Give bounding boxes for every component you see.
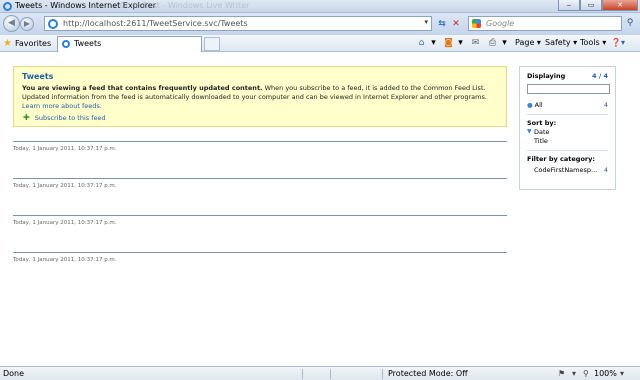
feed-page: Tweets You are viewing a feed that conta…	[0, 52, 640, 366]
help-menu[interactable]: ❓▾	[611, 38, 625, 47]
feed-description: You are viewing a feed that contains fre…	[22, 84, 498, 111]
category-item[interactable]: CodeFirstNamesp... 4	[527, 166, 608, 174]
page-icon	[48, 19, 58, 29]
displaying-count: 4 / 4	[592, 72, 608, 80]
filter-input[interactable]	[527, 84, 610, 94]
tab-page-icon	[62, 40, 70, 48]
zoom-icon[interactable]: ⚲	[583, 369, 589, 378]
home-icon[interactable]: ⌂	[416, 38, 427, 49]
safety-menu[interactable]: Safety ▾	[545, 38, 577, 47]
category-name: CodeFirstNamesp...	[534, 166, 598, 174]
sort-option-title[interactable]: Title	[527, 137, 608, 145]
close-button[interactable]: ✕	[602, 0, 638, 11]
feed-item-date: Today, 1 January 2011, 10:37:17 p.m.	[13, 146, 117, 152]
divider	[302, 369, 303, 379]
filter-all-label: All	[534, 101, 543, 109]
subscribe-icon: ✚	[23, 113, 30, 122]
background-window-title: Code First - Windows Live Writer	[120, 1, 250, 10]
internet-explorer-icon	[3, 2, 12, 11]
minimize-button[interactable]: ‒	[558, 0, 580, 11]
feed-item-date: Today, 1 January 2011, 10:37:17 p.m.	[13, 220, 117, 226]
zoom-level[interactable]: 100%	[594, 369, 617, 378]
status-text: Done	[3, 369, 25, 378]
feed-item-list: Today, 1 January 2011, 10:37:17 p.m. Tod…	[13, 141, 507, 289]
feed-item: Today, 1 January 2011, 10:37:17 p.m.	[13, 141, 507, 178]
feed-item-date: Today, 1 January 2011, 10:37:17 p.m.	[13, 183, 117, 189]
feed-info-banner: Tweets You are viewing a feed that conta…	[13, 66, 507, 127]
zoom-dropdown-icon[interactable]: ▾	[620, 369, 624, 378]
stop-icon[interactable]: ✕	[450, 18, 462, 30]
learn-more-link[interactable]: Learn more about feeds.	[22, 102, 102, 110]
sort-descending-icon: ▼	[527, 128, 532, 135]
sort-option-date[interactable]: ▼ Date	[527, 128, 608, 136]
command-bar: ★ Favorites Tweets ⌂ ▾ ◙ ▾ ✉ ⎙ ▾ Page ▾ …	[0, 35, 640, 52]
favorites-label: Favorites	[14, 39, 52, 48]
maximize-button[interactable]: ▭	[580, 0, 602, 11]
security-zone-icon[interactable]: ⚑	[558, 369, 565, 378]
search-placeholder: Google	[486, 19, 515, 28]
print-icon[interactable]: ⎙	[487, 38, 498, 49]
feed-item-date: Today, 1 January 2011, 10:37:17 p.m.	[13, 257, 117, 263]
feed-side-panel: Displaying 4 / 4 ● All 4 Sort by: ▼ Date T…	[519, 66, 616, 190]
refresh-icon[interactable]: ⇆	[436, 18, 448, 30]
feed-item: Today, 1 January 2011, 10:37:17 p.m.	[13, 252, 507, 289]
feeds-icon[interactable]: ◙	[443, 38, 454, 49]
divider	[527, 114, 608, 115]
star-icon: ★	[3, 38, 12, 49]
navigation-bar: ◀ ▶ http://localhost:2611/TweetService.s…	[0, 13, 640, 35]
back-arrow-icon: ◀	[8, 18, 15, 28]
status-bar: Done Protected Mode: Off ⚑ ▾ ⚲ 100% ▾	[0, 366, 640, 380]
sort-option-date-label: Date	[534, 128, 550, 136]
filter-by-category-heading: Filter by category:	[527, 155, 595, 163]
page-menu[interactable]: Page ▾	[515, 38, 541, 47]
feed-title: Tweets	[22, 72, 54, 81]
address-url[interactable]: http://localhost:2611/TweetService.svc/T…	[63, 19, 248, 28]
address-field[interactable]: http://localhost:2611/TweetService.svc/T…	[44, 16, 432, 31]
sort-by-heading: Sort by:	[527, 119, 557, 127]
divider	[527, 150, 608, 151]
google-icon	[472, 19, 481, 28]
search-input[interactable]: Google	[468, 16, 622, 31]
search-icon[interactable]: ⚲	[624, 17, 636, 29]
subscribe-link[interactable]: ✚ Subscribe to this feed	[23, 113, 106, 122]
title-bar: Tweets - Windows Internet Explorer Code …	[0, 0, 640, 13]
protected-mode-status[interactable]: Protected Mode: Off	[388, 369, 468, 378]
forward-button[interactable]: ▶	[20, 17, 34, 31]
divider	[382, 369, 383, 379]
forward-arrow-icon: ▶	[23, 19, 31, 28]
feeds-dropdown-icon[interactable]: ▾	[455, 38, 466, 49]
tools-menu[interactable]: Tools ▾	[580, 38, 606, 47]
address-dropdown-icon[interactable]: ▾	[424, 18, 428, 26]
feed-description-bold: You are viewing a feed that contains fre…	[22, 84, 263, 92]
favorites-button[interactable]: ★ Favorites	[3, 37, 51, 50]
security-dropdown-icon[interactable]: ▾	[572, 369, 576, 378]
divider	[330, 369, 331, 379]
subscribe-label: Subscribe to this feed	[34, 113, 106, 122]
back-button[interactable]: ◀	[3, 15, 20, 32]
category-count: 4	[603, 166, 608, 174]
home-dropdown-icon[interactable]: ▾	[428, 38, 439, 49]
tab-tweets[interactable]: Tweets	[57, 36, 202, 52]
print-dropdown-icon[interactable]: ▾	[499, 38, 510, 49]
feed-item: Today, 1 January 2011, 10:37:17 p.m.	[13, 215, 507, 252]
sort-option-title-label: Title	[534, 137, 548, 145]
new-tab-button[interactable]	[204, 37, 220, 51]
mail-icon[interactable]: ✉	[470, 38, 481, 49]
feed-item: Today, 1 January 2011, 10:37:17 p.m.	[13, 178, 507, 215]
tab-label: Tweets	[74, 39, 102, 48]
filter-all-count: 4	[603, 101, 608, 109]
window-controls: ‒ ▭ ✕	[558, 0, 638, 11]
filter-all-item[interactable]: ● All 4	[527, 101, 608, 109]
bullet-icon: ●	[527, 101, 533, 109]
